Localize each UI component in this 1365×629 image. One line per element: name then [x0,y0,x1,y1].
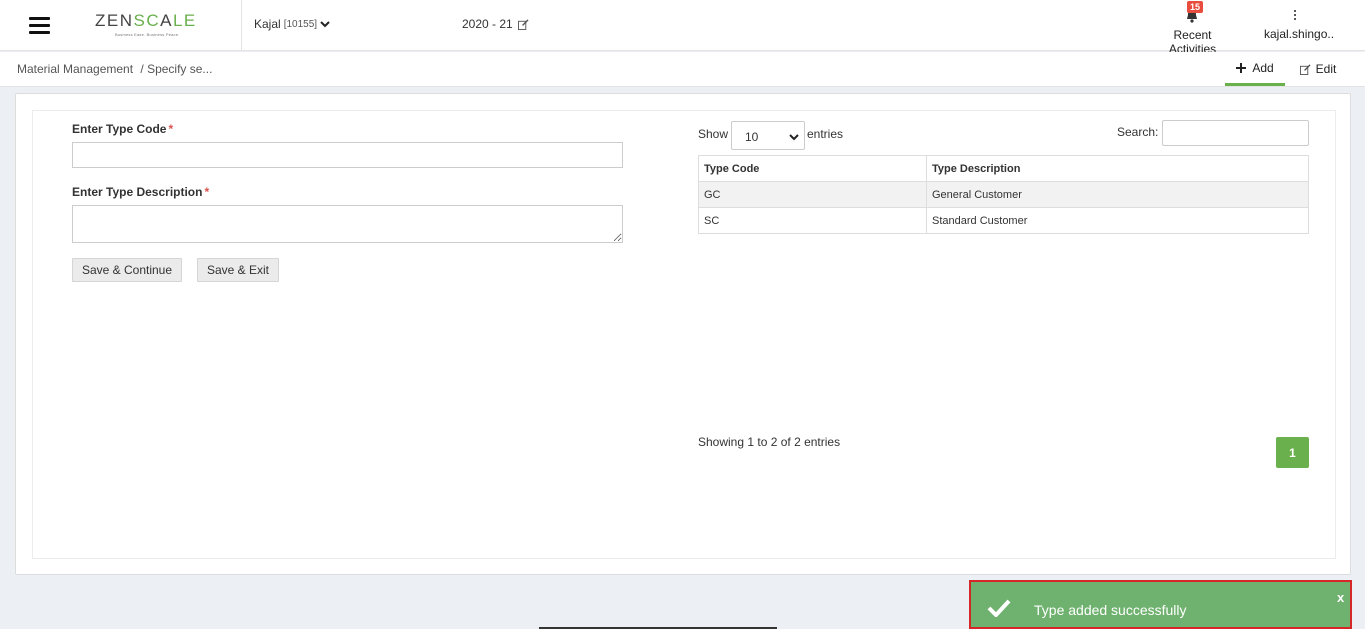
chevron-down-icon [789,134,799,141]
checkmark-icon [987,599,1011,617]
show-label: Show [698,127,729,141]
type-code-label: Enter Type Code * [72,122,173,136]
table-row[interactable]: SC Standard Customer [698,207,1309,234]
chevron-down-icon [320,21,330,28]
table-cell: Standard Customer [926,207,1309,234]
entries-label: entries [807,127,844,141]
tab-add-label: Add [1252,60,1274,75]
table-info: Showing 1 to 2 of 2 entries [698,435,841,449]
table-header-row: Type Code Type Description [698,155,1309,182]
user-name: kajal.shingo.. [1264,27,1335,41]
breadcrumb-current: / Specify se... [140,62,213,76]
close-icon[interactable]: x [1337,590,1344,605]
top-bar: ZENSCALE Business Ease. Business Peace. … [0,0,1365,56]
tab-edit[interactable]: Edit [1293,52,1343,86]
table-row[interactable]: GC General Customer [698,181,1309,208]
logo: ZENSCALE Business Ease. Business Peace. [95,11,210,37]
logo-text-le: LE [172,11,197,30]
required-marker: * [204,185,210,199]
type-description-label-text: Enter Type Description [72,185,203,199]
toast-message: Type added successfully [1034,602,1187,618]
tab-add[interactable]: Add [1225,52,1285,86]
hamburger-menu-icon[interactable] [29,17,50,34]
page-size-select[interactable]: 10 [731,121,805,150]
company-code: [10155] [283,18,318,30]
edit-icon [517,18,529,30]
save-continue-button[interactable]: Save & Continue [72,258,182,282]
edit-icon [1299,63,1311,75]
type-description-input[interactable] [72,205,623,243]
types-table: Type Code Type Description GC General Cu… [698,155,1309,234]
type-code-input[interactable] [72,142,623,168]
search-input[interactable] [1162,120,1309,146]
recent-activities-button[interactable]: 15 Recent Activities [1150,1,1235,56]
table-cell: GC [698,181,927,208]
logo-text-zen: ZEN [95,11,134,30]
page-size-value: 10 [745,130,759,144]
column-header-type-description[interactable]: Type Description [926,155,1309,182]
table-cell: SC [698,207,927,234]
breadcrumb-root[interactable]: Material Management [17,62,133,76]
company-name: Kajal [254,17,281,31]
plus-icon [1236,62,1247,73]
financial-year-label: 2020 - 21 [462,17,513,31]
sub-header: Material Management / Specify se... Add … [0,52,1365,87]
save-exit-button[interactable]: Save & Exit [197,258,279,282]
pagination-page-button[interactable]: 1 [1276,437,1309,468]
breadcrumb: Material Management / Specify se... [17,62,212,76]
type-description-label: Enter Type Description * [72,185,209,199]
divider [241,0,242,51]
notification-badge: 15 [1187,1,1204,13]
type-code-label-text: Enter Type Code [72,122,167,136]
success-toast: Type added successfully x [969,580,1352,629]
company-selector[interactable]: Kajal [10155] [254,17,330,31]
column-header-type-code[interactable]: Type Code [698,155,927,182]
logo-tagline: Business Ease. Business Peace. [115,32,180,37]
more-vertical-icon [1294,10,1297,20]
logo-text-sc: SC [133,11,161,30]
search-label: Search: [1117,125,1159,139]
table-cell: General Customer [926,181,1309,208]
required-marker: * [168,122,174,136]
logo-text-a: A [160,11,173,30]
financial-year-selector[interactable]: 2020 - 21 [462,17,529,31]
tab-edit-label: Edit [1315,62,1337,76]
